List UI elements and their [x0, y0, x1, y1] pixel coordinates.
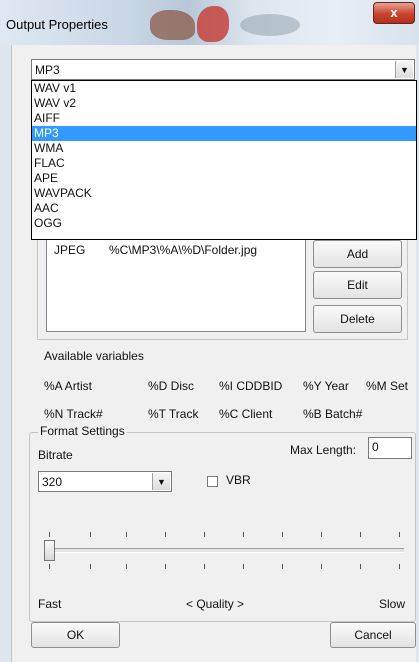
- vbr-checkbox[interactable]: [207, 476, 218, 487]
- format-settings-label: Format Settings: [38, 424, 127, 438]
- variable-set: %M Set: [366, 379, 409, 393]
- slider-tick: [90, 532, 91, 537]
- format-settings-group: [29, 432, 416, 622]
- chevron-down-icon[interactable]: ▼: [152, 473, 170, 490]
- close-button[interactable]: x: [373, 2, 415, 24]
- cancel-button[interactable]: Cancel: [330, 622, 416, 648]
- bitrate-select[interactable]: 320 ▼: [38, 471, 172, 492]
- slider-tick: [399, 564, 400, 569]
- format-select-value: MP3: [35, 63, 60, 77]
- add-button[interactable]: Add: [313, 240, 402, 268]
- variable-artist: %A Artist: [44, 379, 93, 393]
- slider-tick: [165, 564, 166, 569]
- slider-tick: [204, 564, 205, 569]
- slider-tick: [243, 532, 244, 537]
- dropdown-option-ogg[interactable]: OGG: [32, 216, 416, 231]
- quality-slider-track[interactable]: [44, 548, 404, 553]
- slider-tick: [126, 532, 127, 537]
- slider-tick: [282, 564, 283, 569]
- variables-heading: Available variables: [44, 349, 144, 363]
- slider-tick: [399, 532, 400, 537]
- max-length-input[interactable]: 0: [368, 437, 412, 459]
- close-icon[interactable]: x: [390, 5, 397, 20]
- slider-tick: [360, 564, 361, 569]
- artwork-path: %C\MP3\%A\%D\Folder.jpg: [109, 243, 258, 257]
- format-select[interactable]: MP3 ▼: [31, 59, 415, 80]
- slider-tick: [90, 564, 91, 569]
- background-blur: [240, 14, 300, 36]
- slider-tick: [49, 532, 50, 537]
- variable-track-number: %N Track#: [44, 407, 103, 421]
- chevron-down-icon[interactable]: ▼: [395, 61, 413, 78]
- artwork-frame-bottom: [37, 339, 408, 340]
- delete-button[interactable]: Delete: [313, 305, 402, 333]
- dropdown-option-wavpack[interactable]: WAVPACK: [32, 186, 416, 201]
- dropdown-option-aac[interactable]: AAC: [32, 201, 416, 216]
- artwork-list[interactable]: JPEG %C\MP3\%A\%D\Folder.jpg: [46, 240, 306, 332]
- variable-batch: %B Batch#: [303, 407, 363, 421]
- dropdown-option-wma[interactable]: WMA: [32, 141, 416, 156]
- variable-disc: %D Disc: [148, 379, 195, 393]
- bitrate-label: Bitrate: [38, 448, 73, 462]
- window-border-left: [0, 45, 12, 662]
- bitrate-select-value: 320: [42, 475, 63, 489]
- ok-button[interactable]: OK: [31, 622, 120, 648]
- quality-slow-label: Slow: [379, 597, 406, 611]
- format-dropdown-list: WAV v1 WAV v2 AIFF MP3 WMA FLAC APE WAVP…: [31, 80, 417, 240]
- variable-cddbid: %I CDDBID: [219, 379, 283, 393]
- quality-label: < Quality >: [186, 597, 245, 611]
- slider-tick: [204, 532, 205, 537]
- vbr-label: VBR: [226, 473, 251, 487]
- dropdown-option-flac[interactable]: FLAC: [32, 156, 416, 171]
- background-blur: [197, 6, 229, 42]
- quality-fast-label: Fast: [38, 597, 62, 611]
- dropdown-option-ape[interactable]: APE: [32, 171, 416, 186]
- slider-tick: [126, 564, 127, 569]
- dropdown-option-wav-v1[interactable]: WAV v1: [32, 81, 416, 96]
- window-title: Output Properties: [6, 17, 108, 32]
- artwork-frame-right: [407, 240, 408, 340]
- slider-tick: [360, 532, 361, 537]
- max-length-label: Max Length:: [290, 443, 357, 457]
- slider-tick: [282, 532, 283, 537]
- slider-tick: [321, 564, 322, 569]
- dropdown-option-wav-v2[interactable]: WAV v2: [32, 96, 416, 111]
- quality-slider-handle[interactable]: [44, 540, 55, 561]
- slider-tick: [243, 564, 244, 569]
- edit-button[interactable]: Edit: [313, 271, 402, 299]
- dropdown-option-mp3[interactable]: MP3: [32, 126, 416, 141]
- artwork-frame-left: [37, 240, 38, 340]
- slider-tick: [321, 532, 322, 537]
- background-blur: [150, 10, 195, 40]
- artwork-type: JPEG: [54, 243, 86, 257]
- slider-tick: [49, 564, 50, 569]
- dropdown-option-aiff[interactable]: AIFF: [32, 111, 416, 126]
- title-bar: Output Properties x: [0, 0, 419, 45]
- variable-track: %T Track: [148, 407, 199, 421]
- variable-client: %C Client: [219, 407, 273, 421]
- variable-year: %Y Year: [303, 379, 349, 393]
- slider-tick: [165, 532, 166, 537]
